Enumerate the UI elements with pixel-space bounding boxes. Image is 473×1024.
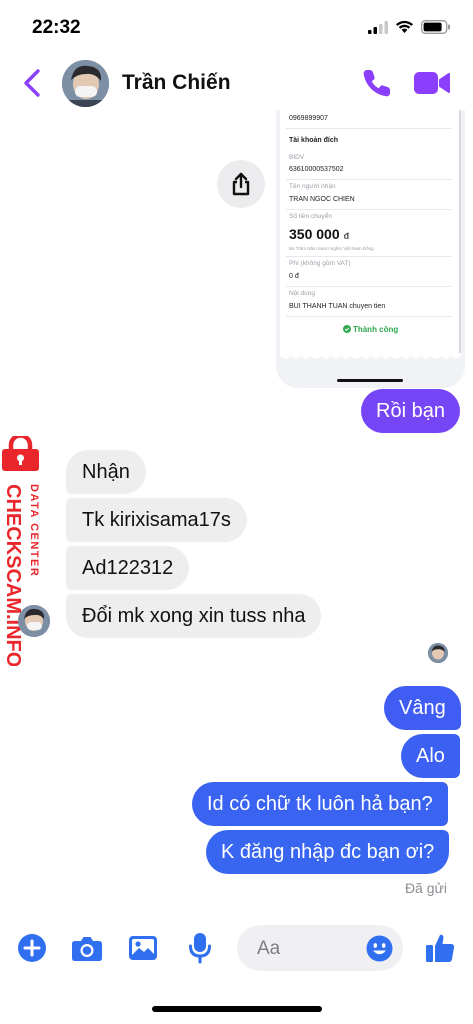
message-text: Đổi mk xong xin tuss nha [82,605,306,627]
padlock-icon [2,436,39,471]
cellular-signal-icon [368,20,388,34]
message-text: K đăng nhập đc bạn ơi? [221,841,435,863]
divider [286,256,452,257]
avatar-photo [18,605,50,637]
divider [286,179,452,180]
plus-circle-icon [18,934,46,962]
more-actions-button[interactable] [15,931,49,965]
receipt-account-number: 63610000537502 [289,166,344,173]
receipt-phone: 0969899907 [289,115,328,122]
camera-icon [72,937,102,961]
camera-button[interactable] [70,931,104,965]
receipt-recipient-label: Tên người nhận [289,183,336,190]
receipt-fee: 0 đ [289,273,299,280]
back-arrow-icon [24,69,40,97]
outgoing-message[interactable]: Alo [401,734,460,778]
seen-indicator-avatar [428,643,448,663]
voice-message-button[interactable] [183,931,217,965]
message-text: Alo [416,745,445,767]
status-bar: 22:32 [0,0,473,58]
transfer-receipt-image[interactable]: 0969899907 Tài khoản đích BIDV 636100005… [276,110,465,388]
chat-header: Trần Chiến [0,58,473,110]
receipt-amount-words: Ba Trăm Năm Mươi Nghìn Việt Nam Đồng [289,246,374,251]
message-text: Ad122312 [82,557,174,579]
avatar-photo [428,643,448,663]
gallery-button[interactable] [126,931,160,965]
emoji-icon [366,935,393,962]
receipt-bank: BIDV [289,154,305,161]
message-text: Id có chữ tk luôn hả bạn? [207,793,433,815]
phone-call-icon [363,70,390,97]
message-sent-status: Đã gửi [404,880,447,896]
receipt-amount-label: Số tiền chuyển [289,213,333,220]
receipt-card: 0969899907 Tài khoản đích BIDV 636100005… [280,110,461,355]
video-call-icon [414,72,450,94]
voice-call-button[interactable] [361,67,393,99]
message-text: Vâng [399,697,446,719]
home-indicator [152,1006,322,1012]
share-button[interactable] [217,160,265,208]
check-circle-icon [342,325,351,333]
incoming-message[interactable]: Ad122312 [66,546,190,590]
receipt-amount: 350 000 đ [289,226,349,242]
receipt-torn-edge [280,353,461,359]
receipt-content: BUI THANH TUAN chuyen tien [289,303,386,310]
receipt-home-indicator [337,379,403,382]
sender-avatar[interactable] [18,605,50,637]
status-icons [368,20,451,34]
message-text: Nhận [82,461,130,483]
watermark-main-text: CHECKSCAM.INFO [2,484,24,666]
image-icon [129,936,157,960]
message-input[interactable]: Aa [237,925,403,971]
back-button[interactable] [18,66,48,100]
emoji-button[interactable] [366,935,393,962]
incoming-message[interactable]: Tk kirixisama17s [66,498,247,542]
wifi-icon [396,20,413,33]
receipt-amount-value: 350 000 [289,226,340,242]
outgoing-message[interactable]: Id có chữ tk luôn hả bạn? [192,782,448,826]
message-text: Rồi bạn [376,400,445,422]
divider [286,128,452,129]
receipt-recipient-name: TRAN NGOC CHIEN [289,196,355,203]
contact-avatar[interactable] [62,60,109,107]
messenger-chat-screen: 22:32 Trần Chiến 0969899907 Tài khoản đí… [0,0,473,1024]
avatar-photo [62,60,109,107]
receipt-status-text: Thành công [352,325,399,334]
status-time: 22:32 [32,17,81,38]
receipt-status: Thành công [280,325,461,334]
contact-name[interactable]: Trần Chiến [122,71,231,95]
message-input-placeholder: Aa [257,938,281,959]
divider [286,286,452,287]
video-call-button[interactable] [412,68,452,98]
divider [286,316,452,317]
incoming-message[interactable]: Đổi mk xong xin tuss nha [66,594,322,638]
like-button[interactable] [423,931,457,965]
message-composer: Aa [0,922,473,976]
outgoing-message[interactable]: Vâng [384,686,461,730]
receipt-fee-label: Phí (không gồm VAT) [289,260,351,267]
microphone-icon [189,933,211,964]
battery-icon [421,20,450,34]
receipt-section-title: Tài khoản đích [289,137,339,144]
divider [286,209,452,210]
receipt-currency: đ [343,231,350,241]
watermark-sub-text: DATA CENTER [28,484,40,577]
incoming-message[interactable]: Nhận [66,450,146,494]
thumbs-up-icon [426,934,455,962]
receipt-content-label: Nội dung [289,290,316,297]
share-icon [232,172,250,196]
message-text: Tk kirixisama17s [82,509,231,531]
outgoing-message[interactable]: K đăng nhập đc bạn ơi? [206,830,450,874]
outgoing-message[interactable]: Rồi bạn [361,389,460,433]
